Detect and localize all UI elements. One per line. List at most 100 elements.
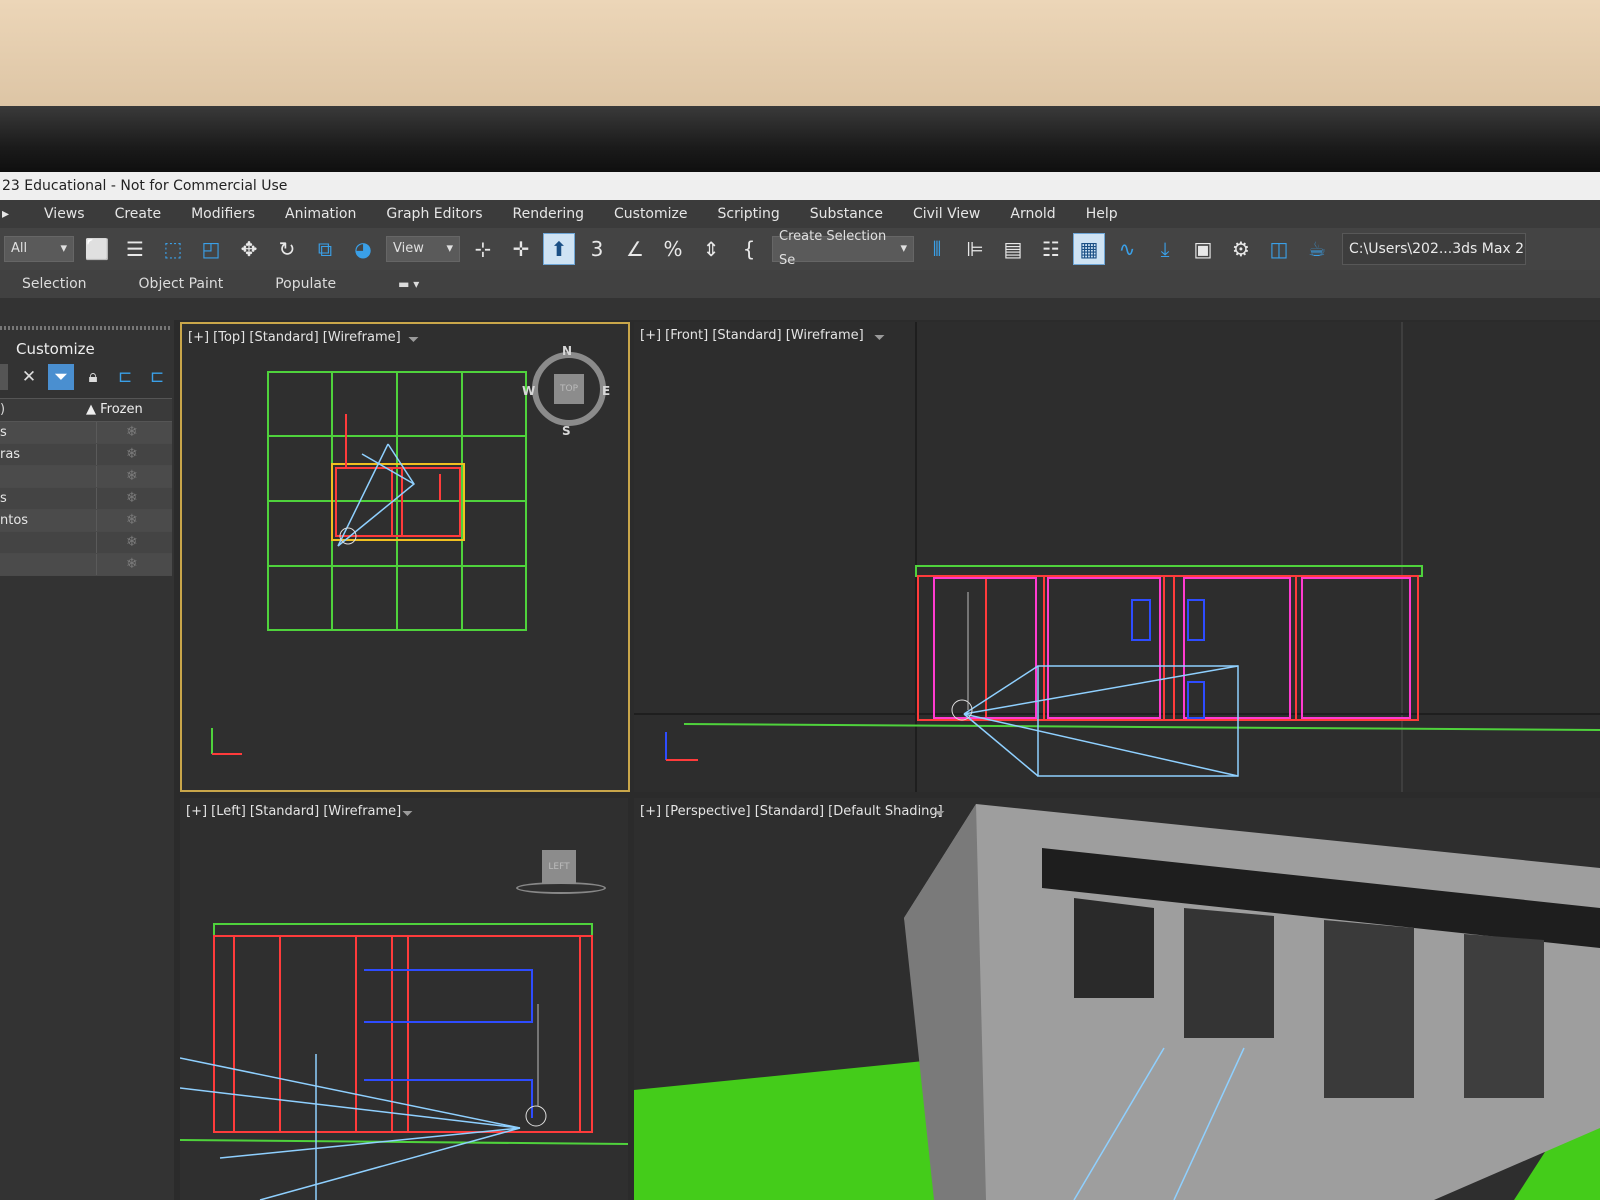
menu-rendering[interactable]: Rendering: [498, 206, 600, 222]
list-item[interactable]: ❄: [0, 554, 172, 576]
compass-south: S: [562, 424, 571, 438]
pivot-icon[interactable]: ⊹: [467, 233, 499, 265]
snowflake-icon[interactable]: ❄: [126, 532, 138, 553]
ribbon-tab-selection[interactable]: Selection: [22, 276, 87, 292]
selection-filter-value: All: [11, 241, 28, 256]
render-setup-icon[interactable]: ⚙: [1225, 233, 1257, 265]
layer-explorer-icon[interactable]: ☷: [1035, 233, 1067, 265]
filter-icon[interactable]: ⏷: [402, 806, 413, 822]
menu-help[interactable]: Help: [1071, 206, 1133, 222]
list-item[interactable]: s ❄: [0, 422, 172, 444]
filter-icon[interactable]: ⏷: [874, 330, 885, 346]
named-selection-dropdown[interactable]: Create Selection Se ▾: [772, 229, 914, 268]
menu-civil-view[interactable]: Civil View: [898, 206, 995, 222]
window-frames: [1131, 599, 1205, 719]
viewport-perspective-label[interactable]: [+] [Perspective] [Standard] [Default Sh…: [640, 804, 943, 819]
viewport-left[interactable]: [+] [Left] [Standard] [Wireframe] ⏷ LEFT: [180, 798, 628, 1200]
list-item[interactable]: s ❄: [0, 488, 172, 510]
align-icon[interactable]: ⊫: [959, 233, 991, 265]
scene-explorer-icon[interactable]: ▤: [997, 233, 1029, 265]
name-column-edge[interactable]: ): [0, 402, 5, 417]
rendered-frame-icon[interactable]: ◫: [1263, 233, 1295, 265]
frozen-column[interactable]: ▲ Frozen: [86, 402, 143, 417]
scale-icon[interactable]: ⧉: [309, 233, 341, 265]
panel-grip[interactable]: [0, 326, 172, 330]
menu-views[interactable]: Views: [29, 206, 100, 222]
project-path-field[interactable]: C:\Users\202...3ds Max 20: [1342, 233, 1526, 265]
angle-snap-icon[interactable]: ∠: [619, 233, 651, 265]
snowflake-icon[interactable]: ❄: [126, 444, 138, 465]
ribbon-icon[interactable]: ▦: [1073, 233, 1105, 265]
viewport-perspective[interactable]: [+] [Perspective] [Standard] [Default Sh…: [634, 798, 1600, 1200]
list-item[interactable]: ras ❄: [0, 444, 172, 466]
viewport-left-label[interactable]: [+] [Left] [Standard] [Wireframe]: [186, 804, 401, 819]
keyboard-shortcut-override-icon[interactable]: ⬆: [543, 233, 575, 265]
filter-icon[interactable]: ⏷: [934, 806, 945, 822]
menu-graph-editors[interactable]: Graph Editors: [371, 206, 497, 222]
roof-slab: [213, 923, 593, 937]
ribbon-options-icon[interactable]: ▬ ▾: [398, 277, 419, 291]
selection-filter-dropdown[interactable]: All ▾: [4, 236, 74, 262]
menu-bar: ▸ Views Create Modifiers Animation Graph…: [0, 200, 1600, 228]
select-object-icon[interactable]: ⬜: [81, 233, 113, 265]
monitor-bezel: [0, 106, 1600, 174]
rect-selection-icon[interactable]: ⬚: [157, 233, 189, 265]
list-item[interactable]: ntos ❄: [0, 510, 172, 532]
viewport-front[interactable]: [+] [Front] [Standard] [Wireframe] ⏷: [634, 322, 1600, 792]
rotate-icon[interactable]: ↻: [271, 233, 303, 265]
lock-icon[interactable]: 🔒︎: [80, 364, 106, 390]
select-by-name-icon[interactable]: ☰: [119, 233, 151, 265]
viewport-top[interactable]: [+] [Top] [Standard] [Wireframe] ⏷ TOP N…: [180, 322, 630, 792]
ground-plane: [634, 1060, 964, 1200]
search-field-edge[interactable]: [0, 364, 8, 390]
snowflake-icon[interactable]: ❄: [126, 466, 138, 487]
menu-animation[interactable]: Animation: [270, 206, 371, 222]
schematic-icon[interactable]: ⤓: [1149, 233, 1181, 265]
snowflake-icon[interactable]: ❄: [126, 488, 138, 509]
reference-coordinate-dropdown[interactable]: View ▾: [386, 236, 460, 262]
viewcube-compass[interactable]: TOP: [532, 352, 606, 426]
explorer-rows: s ❄ ras ❄ ❄ s ❄ ntos ❄ ❄ ❄: [0, 422, 172, 576]
openings: [933, 577, 1411, 719]
menu-create[interactable]: Create: [100, 206, 177, 222]
viewport-top-label[interactable]: [+] [Top] [Standard] [Wireframe]: [188, 330, 401, 345]
snowflake-icon[interactable]: ❄: [126, 554, 138, 575]
select-place-icon[interactable]: ◕: [347, 233, 379, 265]
curve-editor-icon[interactable]: ∿: [1111, 233, 1143, 265]
snowflake-icon[interactable]: ❄: [126, 510, 138, 531]
snowflake-icon[interactable]: ❄: [126, 422, 138, 443]
menu-substance[interactable]: Substance: [795, 206, 898, 222]
layer-hierarchy-icon[interactable]: ⊏: [144, 364, 170, 390]
percent-snap-icon[interactable]: %: [657, 233, 689, 265]
filter-icon[interactable]: ⏷: [48, 364, 74, 390]
mirror-icon[interactable]: ⫴: [921, 233, 953, 265]
ribbon-tab-object-paint[interactable]: Object Paint: [139, 276, 224, 292]
viewcube-face[interactable]: TOP: [554, 374, 584, 404]
hierarchy-icon[interactable]: ⊏: [112, 364, 138, 390]
compass-east: E: [602, 384, 611, 398]
list-item[interactable]: ❄: [0, 532, 172, 554]
front-view-drawing: [634, 322, 1600, 792]
menu-modifiers[interactable]: Modifiers: [176, 206, 270, 222]
list-item[interactable]: ❄: [0, 466, 172, 488]
material-editor-icon[interactable]: ▣: [1187, 233, 1219, 265]
sort-up-icon: ▲: [86, 402, 101, 417]
camera-frustum: [180, 1054, 521, 1200]
viewport-front-label[interactable]: [+] [Front] [Standard] [Wireframe]: [640, 328, 864, 343]
menu-customize[interactable]: Customize: [599, 206, 703, 222]
menu-file-edge[interactable]: ▸: [0, 206, 29, 222]
menu-scripting[interactable]: Scripting: [703, 206, 795, 222]
snap-toggle-icon[interactable]: 3: [581, 233, 613, 265]
close-icon[interactable]: ✕: [16, 364, 42, 390]
filter-icon[interactable]: ⏷: [408, 332, 419, 348]
viewcube-face[interactable]: LEFT: [542, 850, 576, 884]
select-manipulate-icon[interactable]: ✛: [505, 233, 537, 265]
list-item-name: ras: [0, 447, 21, 462]
ribbon-tab-populate[interactable]: Populate: [275, 276, 336, 292]
render-icon[interactable]: ☕: [1301, 233, 1333, 265]
window-crossing-icon[interactable]: ◰: [195, 233, 227, 265]
edit-named-sets-icon[interactable]: {: [733, 233, 765, 265]
move-icon[interactable]: ✥: [233, 233, 265, 265]
spinner-snap-icon[interactable]: ⇕: [695, 233, 727, 265]
menu-arnold[interactable]: Arnold: [995, 206, 1070, 222]
